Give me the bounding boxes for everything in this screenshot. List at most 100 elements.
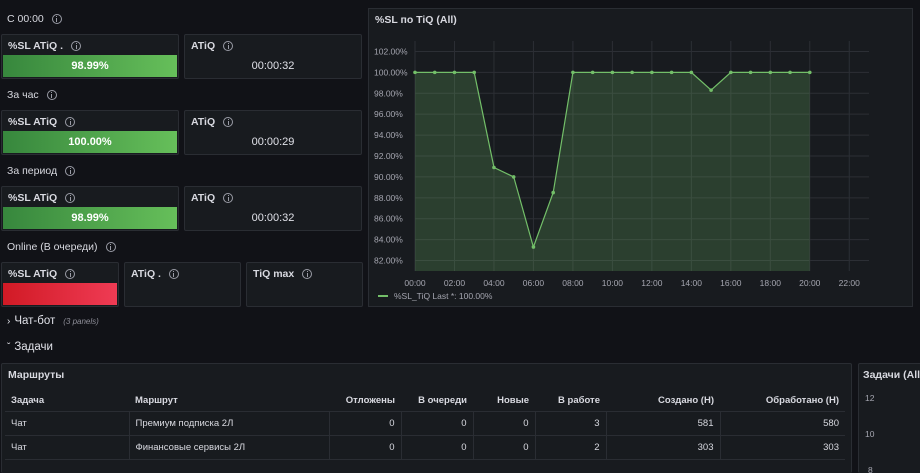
info-icon[interactable] — [51, 14, 62, 24]
data-point — [748, 70, 753, 75]
data-point — [432, 70, 437, 75]
info-icon[interactable] — [105, 242, 116, 252]
atiq-value: 00:00:29 — [251, 136, 295, 148]
table-row[interactable]: Чат Премиум подписка 2Л 0 0 0 3 581 580 — [5, 411, 845, 436]
column-header[interactable]: Маршрут — [129, 391, 329, 412]
y-tick-label: 88.00% — [374, 193, 403, 203]
table-cell: 0 — [401, 411, 474, 436]
column-header[interactable]: Задача — [5, 391, 129, 412]
table-cell: 3 — [535, 411, 607, 436]
sl-value-bar: 100.00% — [3, 131, 177, 153]
x-tick-label: 02:00 — [444, 278, 466, 288]
series-area — [415, 72, 810, 272]
info-icon[interactable] — [71, 41, 82, 51]
routes-panel: Маршруты Задача Маршрут Отложены В очере… — [1, 363, 852, 473]
routes-table: Задача Маршрут Отложены В очереди Новые … — [5, 391, 845, 460]
sl-value-bar: 98.99% — [3, 55, 177, 77]
x-tick-label: 16:00 — [720, 278, 742, 288]
chart-svg: 82.00% 84.00% 86.00% 88.00% 90.00% 92.00% 94.0… — [374, 41, 869, 301]
data-point — [788, 70, 792, 75]
atiq-value: 00:00:32 — [251, 212, 295, 224]
y-tick-label: 92.00% — [374, 151, 403, 161]
y-tick-label: 100.00% — [374, 67, 408, 77]
x-tick-label: 00:00 — [404, 278, 426, 288]
info-icon[interactable] — [223, 41, 234, 51]
column-header[interactable]: В работе — [535, 391, 606, 412]
y-tick-label: 82.00% — [374, 256, 403, 266]
stat-panel-atiq-hour: ATiQ 00:00:29 — [184, 110, 362, 155]
data-point — [492, 165, 496, 170]
x-tick-label: 22:00 — [839, 278, 861, 288]
y-tick-label: 102.00% — [374, 46, 408, 56]
routes-title: Маршруты — [8, 369, 65, 381]
info-icon[interactable] — [65, 269, 76, 279]
stat-panel-sl-period: %SL ATiQ 98.99% — [1, 186, 179, 231]
column-header[interactable]: Обработано (Н) — [720, 391, 845, 412]
data-point — [650, 70, 654, 75]
stat-panel-tiqmax-online: TiQ max — [246, 262, 363, 307]
x-tick-label: 08:00 — [562, 278, 584, 288]
section-title-today: С 00:00 — [7, 13, 62, 25]
stat-panel-sl-online: %SL ATiQ — [1, 262, 119, 307]
section-title-hour: За час — [7, 89, 57, 101]
y-tick-label: 96.00% — [374, 109, 403, 119]
info-icon[interactable] — [302, 269, 313, 279]
data-point — [551, 190, 555, 195]
section-title-period: За период — [7, 165, 76, 177]
row-tasks[interactable]: ˇ Задачи — [7, 341, 53, 353]
table-cell: 2 — [535, 435, 607, 460]
tasks-side-panel: Задачи (All) 12 10 8 — [858, 363, 920, 473]
data-point — [571, 70, 575, 75]
column-header[interactable]: В очереди — [401, 391, 473, 412]
data-point — [709, 88, 713, 92]
table-cell: Чат — [5, 411, 130, 436]
table-row[interactable]: Чат Финансовые сервисы 2Л 0 0 0 2 303 30… — [5, 435, 845, 460]
y-tick-label: 90.00% — [374, 172, 403, 182]
section-title-online: Online (В очереди) — [7, 241, 116, 253]
x-tick-label: 10:00 — [602, 278, 624, 288]
x-tick-label: 04:00 — [483, 278, 505, 288]
info-icon[interactable] — [65, 166, 76, 176]
info-icon[interactable] — [168, 269, 179, 279]
stat-panel-sl-today: %SL ATiQ . 98.99% — [1, 34, 179, 79]
table-cell: 0 — [329, 411, 402, 436]
chevron-right-icon: › — [7, 315, 11, 327]
data-point — [472, 70, 477, 75]
column-header[interactable]: Новые — [473, 391, 535, 412]
table-cell: 303 — [606, 435, 721, 460]
info-icon[interactable] — [65, 193, 76, 203]
info-icon[interactable] — [65, 117, 76, 127]
data-point — [768, 70, 773, 75]
data-point — [590, 70, 595, 75]
y-tick-label: 12 — [865, 393, 875, 403]
table-cell: 0 — [473, 411, 536, 436]
y-tick-label: 84.00% — [374, 235, 403, 245]
table-cell: Чат — [5, 435, 130, 460]
atiq-value: 00:00:32 — [251, 60, 295, 72]
x-tick-label: 18:00 — [760, 278, 782, 288]
y-tick-label: 94.00% — [374, 130, 403, 140]
row-chatbot[interactable]: › Чат-бот (3 panels) — [7, 315, 99, 327]
y-tick-label: 10 — [865, 429, 875, 439]
column-header[interactable]: Отложены — [329, 391, 401, 412]
x-tick-label: 14:00 — [681, 278, 703, 288]
data-point — [610, 70, 615, 75]
info-icon[interactable] — [46, 90, 57, 100]
table-cell: 0 — [401, 435, 474, 460]
y-tick-label: 98.00% — [374, 88, 403, 98]
table-cell: 303 — [720, 435, 845, 460]
sl-value-bar: 98.99% — [3, 207, 177, 229]
column-header[interactable]: Создано (Н) — [606, 391, 720, 412]
sl-tiq-chart-panel: %SL по TiQ (All) 82.00% 84.00% 86.00% 88.00… — [368, 8, 913, 307]
y-tick-label: 86.00% — [374, 214, 403, 224]
data-point — [511, 175, 516, 179]
data-point — [689, 70, 694, 75]
y-tick-label: 8 — [868, 465, 873, 473]
info-icon[interactable] — [223, 117, 234, 127]
stat-panel-atiq-online: ATiQ . — [124, 262, 241, 307]
table-cell: 0 — [473, 435, 536, 460]
data-point — [452, 70, 457, 75]
data-point — [729, 70, 733, 75]
data-point — [413, 70, 417, 75]
info-icon[interactable] — [223, 193, 234, 203]
